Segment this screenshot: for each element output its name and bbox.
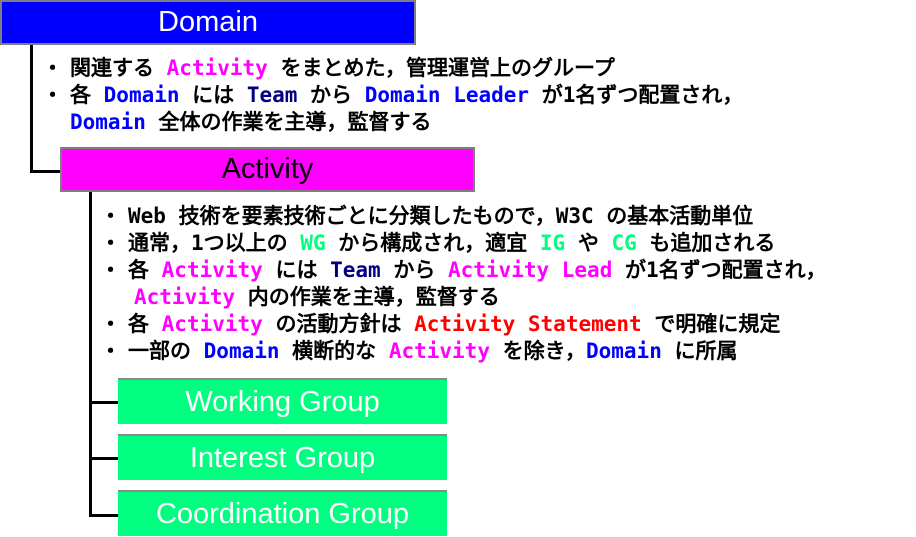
domain-note-line: Domain 全体の作業を主導，監督する [42,109,743,136]
note-term-activity: Activity [161,258,263,282]
interest-group-label: Interest Group [189,441,376,474]
note-term-domain: Domain [103,83,180,107]
connector-domain-vertical [30,45,33,173]
domain-box: Domain [0,0,416,45]
connector-to-interest-group [89,457,119,460]
note-term-activity: Activity Lead [447,258,613,282]
note-term-domain: Domain [585,339,662,363]
bullet-icon: ・ [100,339,121,363]
activity-note-line: ・各 Activity の活動方針は Activity Statement で明… [100,311,827,338]
bullet-icon: ・ [100,258,121,282]
note-text: 一部の [128,339,204,363]
note-term-team: Team [246,83,298,107]
interest-group-box: Interest Group [118,434,447,480]
note-text: 各 [70,83,104,107]
bullet-icon: ・ [100,312,121,336]
note-term-statement: Activity Statement [414,312,642,336]
activity-notes: ・ Web 技術を要素技術ごとに分類したもので，W3C の基本活動単位・通常，1つ… [100,203,827,365]
note-text: から [297,83,365,107]
note-term-domain: Domain [70,110,146,134]
note-text: には [262,258,331,282]
note-text: には [179,83,247,107]
note-term-domain: Domain [203,339,280,363]
note-term-activity: Activity [388,339,490,363]
note-text: が1名ずつ配置され， [529,83,744,107]
bullet-icon: ・ [42,83,63,107]
note-text: Web 技術を要素技術ごとに分類したもので，W3C の基本活動単位 [128,204,754,228]
note-text: から構成され，適宜 [325,231,540,255]
activity-label: Activity [221,153,314,185]
note-term-activity: Activity [166,56,268,80]
working-group-box: Working Group [118,378,447,424]
note-text: 通常，1つ以上の [128,231,301,255]
activity-box: Activity [60,147,475,192]
domain-note-line: ・関連する Activity をまとめた，管理運営上のグループ [42,55,743,82]
note-text: 各 [128,258,162,282]
note-text: をまとめた，管理運営上のグループ [267,56,615,80]
bullet-icon: ・ [42,56,63,80]
connector-to-coordination-group [89,514,119,517]
note-text: が1名ずつ配置され， [612,258,827,282]
note-term-group: WG [300,231,326,255]
note-text: や [565,231,612,255]
note-term-group: IG [539,231,566,255]
connector-domain-to-activity [30,170,61,173]
note-term-domain: Domain Leader [364,83,530,107]
activity-note-line: Activity 内の作業を主導，監督する [100,284,827,311]
note-term-group: CG [611,231,637,255]
coordination-group-label: Coordination Group [155,497,410,530]
note-text: 内の作業を主導，監督する [235,285,500,309]
coordination-group-box: Coordination Group [118,490,447,536]
connector-to-working-group [89,401,119,404]
note-text: に所属 [661,339,738,363]
note-text: 横断的な [279,339,389,363]
activity-note-line: ・一部の Domain 横断的な Activity を除き，Domain に所属 [100,338,827,365]
activity-note-line: ・各 Activity には Team から Activity Lead が1名… [100,257,827,284]
note-text: 各 [128,312,162,336]
domain-notes: ・関連する Activity をまとめた，管理運営上のグループ・各 Domain… [42,55,743,136]
bullet-icon: ・ [100,204,121,228]
connector-activity-vertical [89,192,92,517]
note-text: も追加される [636,231,776,255]
note-text: の活動方針は [262,312,415,336]
domain-label: Domain [158,6,258,38]
note-text: 関連する [70,56,167,80]
note-text: を除き， [489,339,586,363]
bullet-icon: ・ [100,231,121,255]
note-text: で明確に規定 [641,312,781,336]
activity-note-line: ・ Web 技術を要素技術ごとに分類したもので，W3C の基本活動単位 [100,203,827,230]
note-term-team: Team [330,258,381,282]
working-group-label: Working Group [185,385,380,418]
activity-note-line: ・通常，1つ以上の WG から構成され，適宜 IG や CG も追加される [100,230,827,257]
note-term-activity: Activity [134,285,236,309]
note-text: 全体の作業を主導，監督する [145,110,432,134]
domain-note-line: ・各 Domain には Team から Domain Leader が1名ずつ… [42,82,743,109]
note-text: から [380,258,448,282]
note-term-activity: Activity [161,312,263,336]
